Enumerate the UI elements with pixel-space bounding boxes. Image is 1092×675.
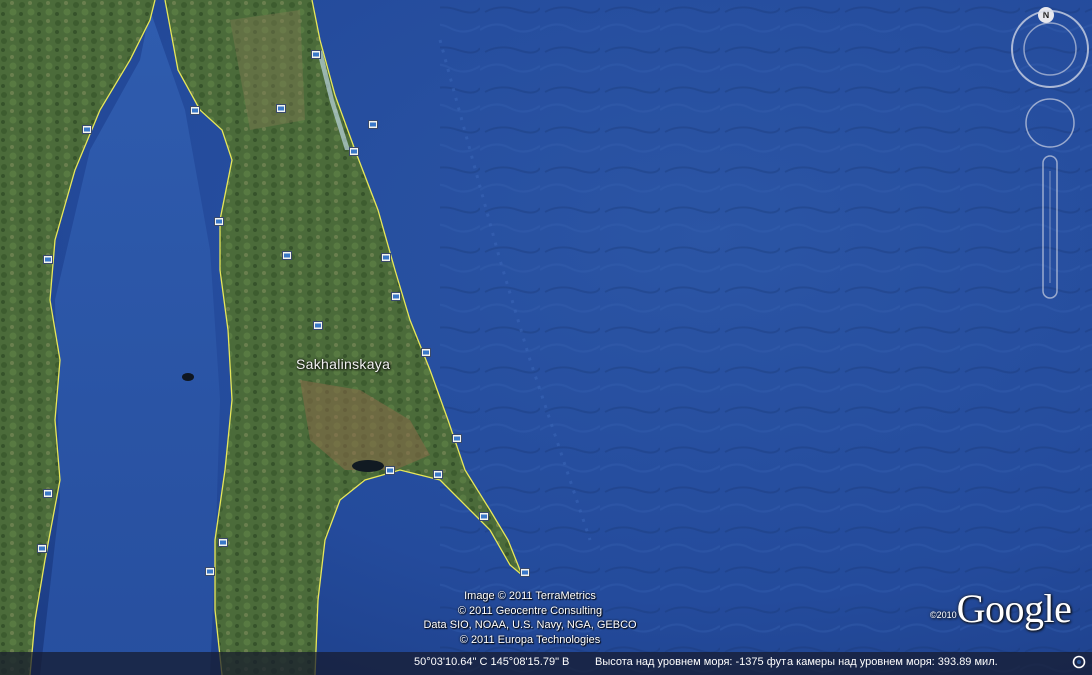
photo-placemark-icon[interactable]: [313, 321, 323, 330]
photo-placemark-icon[interactable]: [218, 538, 228, 547]
streaming-progress-icon: [1072, 655, 1086, 669]
photo-placemark-icon[interactable]: [479, 512, 489, 521]
attribution-line: © 2011 Europa Technologies: [459, 633, 601, 646]
status-bar: 50°03'10.64" С 145°08'15.79" В Высота на…: [0, 652, 1092, 675]
small-island: [182, 373, 194, 381]
navigation-controls: [1011, 10, 1089, 299]
photo-placemark-icon[interactable]: [37, 544, 47, 553]
photo-placemark-icon[interactable]: [349, 147, 359, 156]
photo-placemark-icon[interactable]: [43, 255, 53, 264]
imagery-attribution: Image © 2011 TerraMetrics © 2011 Geocent…: [380, 589, 680, 647]
logo-year: ©2010: [930, 610, 957, 620]
photo-placemark-icon[interactable]: [520, 568, 530, 577]
look-joystick[interactable]: [1025, 98, 1075, 148]
photo-placemark-icon[interactable]: [311, 50, 321, 59]
pointer-coordinates: 50°03'10.64" С 145°08'15.79" В: [414, 656, 570, 668]
region-label[interactable]: Sakhalinskaya: [296, 356, 390, 372]
eye-altitude: а камеры над уровнем моря: 393.89 мил.: [787, 656, 998, 668]
seafloor-relief: [440, 0, 1092, 675]
ground-elevation: Высота над уровнем моря: -1375 фут: [595, 656, 787, 668]
photo-placemark-icon[interactable]: [452, 434, 462, 443]
attribution-line: Image © 2011 TerraMetrics: [464, 590, 596, 602]
zoom-slider[interactable]: [1042, 155, 1058, 299]
photo-placemark-icon[interactable]: [214, 217, 224, 226]
attribution-line: © 2011 Geocentre Consulting: [457, 604, 603, 617]
photo-placemark-icon[interactable]: [43, 489, 53, 498]
logo-brand: Google: [956, 586, 1072, 631]
satellite-map[interactable]: [0, 0, 1092, 675]
photo-placemark-icon[interactable]: [391, 292, 401, 301]
photo-placemark-icon[interactable]: [205, 567, 215, 576]
photo-placemark-icon[interactable]: [433, 470, 443, 479]
attribution-line: Data SIO, NOAA, U.S. Navy, NGA, GEBCO: [423, 619, 637, 632]
lake: [352, 460, 384, 472]
photo-placemark-icon[interactable]: [276, 104, 286, 113]
photo-placemark-icon[interactable]: [82, 125, 92, 134]
photo-placemark-icon[interactable]: [282, 251, 292, 260]
photo-placemark-icon[interactable]: [368, 120, 378, 129]
compass-ring[interactable]: [1011, 10, 1089, 88]
google-logo: ©2010Google: [930, 585, 1072, 632]
photo-placemark-icon[interactable]: [381, 253, 391, 262]
photo-placemark-icon[interactable]: [421, 348, 431, 357]
photo-placemark-icon[interactable]: [190, 106, 200, 115]
photo-placemark-icon[interactable]: [385, 466, 395, 475]
